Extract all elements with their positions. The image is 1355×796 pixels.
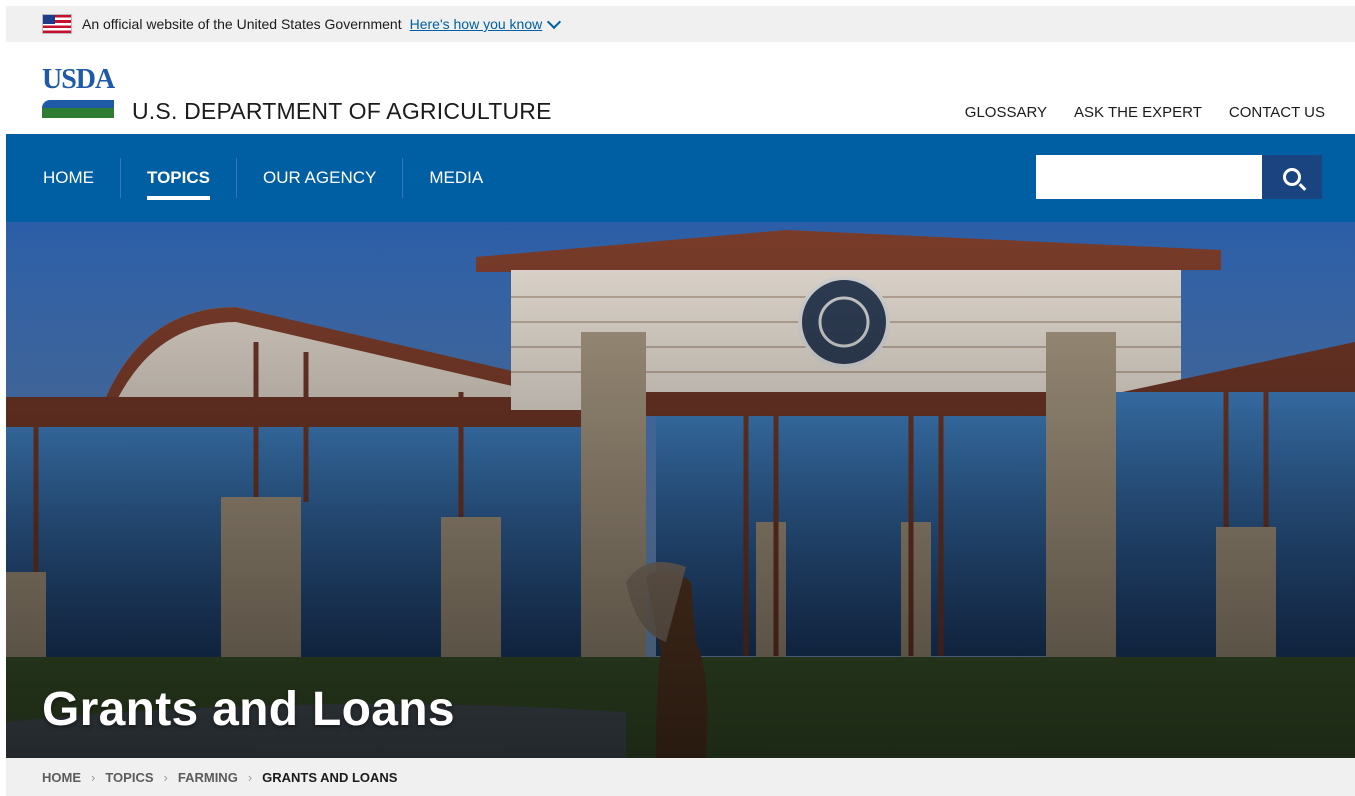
breadcrumb-separator-icon: ›	[163, 769, 168, 785]
page-title: Grants and Loans	[42, 683, 455, 736]
how-you-know-label: Here's how you know	[409, 16, 543, 32]
usda-logo[interactable]: USDA	[42, 64, 115, 122]
glossary-link[interactable]: GLOSSARY	[965, 104, 1047, 121]
breadcrumb-topics[interactable]: TOPICS	[105, 770, 153, 785]
search-icon	[1283, 168, 1301, 186]
gov-banner-text: An official website of the United States…	[82, 16, 402, 32]
nav-media[interactable]: MEDIA	[402, 158, 509, 198]
utility-nav: GLOSSARY ASK THE EXPERT CONTACT US	[965, 104, 1325, 121]
hero-image	[6, 222, 1355, 758]
how-you-know-link[interactable]: Here's how you know	[409, 14, 562, 32]
main-nav: HOME TOPICS OUR AGENCY MEDIA	[6, 134, 1355, 222]
breadcrumb-farming[interactable]: FARMING	[178, 770, 238, 785]
logo-green-field	[42, 108, 114, 118]
page: An official website of the United States…	[6, 6, 1355, 796]
hero-banner: Grants and Loans	[6, 222, 1355, 758]
chevron-down-icon	[547, 14, 562, 29]
nav-our-agency[interactable]: OUR AGENCY	[235, 158, 402, 198]
breadcrumb-separator-icon: ›	[247, 769, 253, 785]
ask-the-expert-link[interactable]: ASK THE EXPERT	[1074, 104, 1202, 121]
gov-banner: An official website of the United States…	[6, 6, 1355, 42]
nav-topics[interactable]: TOPICS	[120, 158, 236, 200]
department-name[interactable]: U.S. DEPARTMENT OF AGRICULTURE	[132, 98, 552, 125]
site-header: USDA U.S. DEPARTMENT OF AGRICULTURE GLOS…	[6, 42, 1355, 134]
contact-us-link[interactable]: CONTACT US	[1229, 104, 1325, 121]
breadcrumb-current: GRANTS AND LOANS	[262, 769, 398, 785]
breadcrumb: HOME › TOPICS › FARMING › GRANTS AND LOA…	[6, 758, 1355, 796]
us-flag-icon	[42, 14, 72, 34]
search-input[interactable]	[1036, 155, 1262, 199]
logo-blue-wave	[42, 100, 114, 108]
breadcrumb-separator-icon: ›	[91, 769, 96, 785]
breadcrumb-home[interactable]: HOME	[42, 770, 81, 785]
nav-home[interactable]: HOME	[6, 158, 120, 198]
logo-text: USDA	[42, 64, 115, 95]
search-button[interactable]	[1262, 155, 1322, 199]
search-form	[1036, 155, 1322, 199]
